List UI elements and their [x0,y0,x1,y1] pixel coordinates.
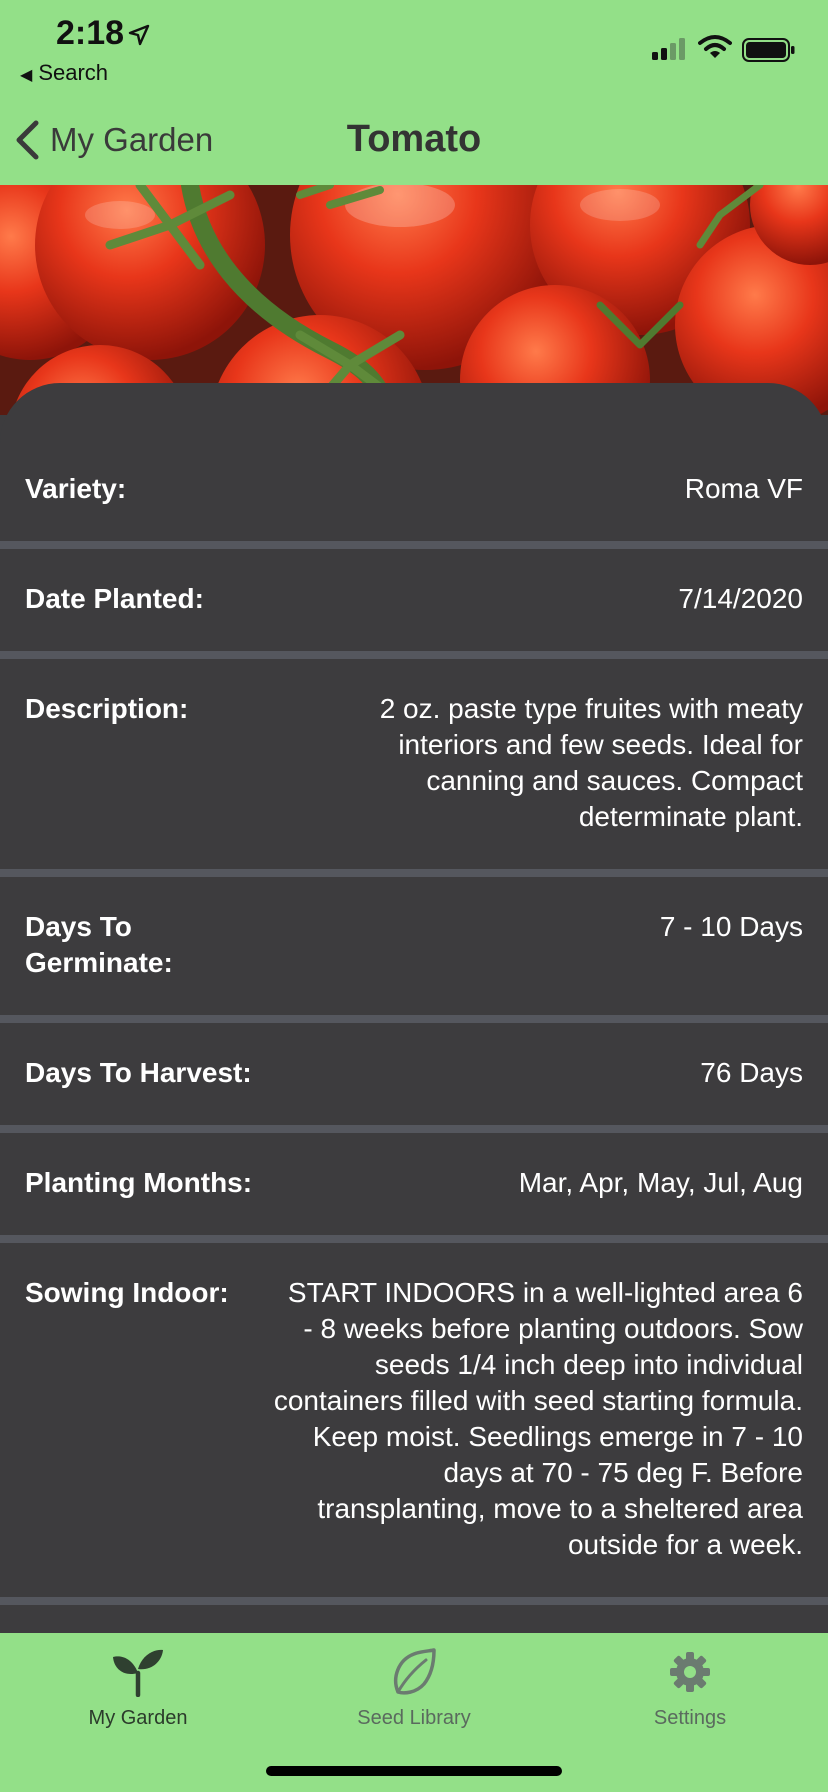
detail-value: 2 oz. paste type fruites with meaty inte… [379,693,803,832]
detail-row-planting-months: Planting Months: Mar, Apr, May, Jul, Aug [0,1133,828,1243]
detail-value: 7/14/2020 [678,583,803,614]
back-triangle-icon: ◀ [20,67,33,84]
wifi-icon [698,35,732,58]
detail-row-description: Description: 2 oz. paste type fruites wi… [0,659,828,877]
gear-icon [670,1652,710,1692]
back-to-search-link[interactable]: ◀ Search [20,60,108,86]
detail-row-variety: Variety: Roma VF [0,439,828,549]
detail-row-sowing-indoor: Sowing Indoor: START INDOORS in a well-l… [0,1243,828,1605]
tab-seed-library[interactable]: Seed Library [276,1633,552,1753]
sprout-icon [113,1649,163,1697]
detail-row-days-to-harvest: Days To Harvest: 76 Days [0,1023,828,1133]
detail-label: Description: [25,693,189,724]
detail-value: Mar, Apr, May, Jul, Aug [518,1167,803,1198]
tab-my-garden[interactable]: My Garden [0,1633,276,1753]
leaf-icon [393,1648,436,1695]
detail-label: Sowing Indoor: [25,1277,229,1308]
plant-details-list: Variety: Roma VF Date Planted: 7/14/2020… [0,439,828,1605]
home-indicator[interactable] [266,1766,562,1776]
detail-label: Days To Harvest: [25,1057,252,1088]
detail-row-date-planted: Date Planted: 7/14/2020 [0,549,828,659]
tab-label: Settings [653,1707,727,1729]
back-button-label: My Garden [50,121,214,158]
status-bar: 2:18 ◀ Search [0,0,828,92]
detail-label: Variety: [25,473,127,504]
tomatoes-illustration [0,185,828,415]
detail-value: Roma VF [684,473,803,504]
detail-value: 76 Days [700,1057,803,1088]
detail-label: Planting Months: [25,1167,253,1198]
battery-icon [742,38,795,62]
back-button[interactable]: My Garden [14,118,213,162]
cellular-signal-icon [652,38,685,60]
detail-row-days-to-germinate: Days To Germinate: 7 - 10 Days [0,877,828,1023]
tab-settings[interactable]: Settings [552,1633,828,1753]
tab-label: My Garden [88,1707,188,1729]
plant-photo [0,185,828,415]
location-arrow-icon [128,24,150,46]
detail-value: 7 - 10 Days [659,911,803,942]
plant-details-sheet: Variety: Roma VF Date Planted: 7/14/2020… [0,383,828,1633]
back-to-search-label: Search [38,60,109,85]
tab-label: Seed Library [357,1707,471,1729]
detail-label: Days To Germinate: [25,911,173,978]
status-time: 2:18 [56,14,125,52]
navigation-bar: Tomato My Garden [0,92,828,185]
detail-label: Date Planted: [25,583,204,614]
detail-value: START INDOORS in a well-lighted area 6 -… [273,1277,803,1560]
chevron-left-icon [16,120,39,160]
